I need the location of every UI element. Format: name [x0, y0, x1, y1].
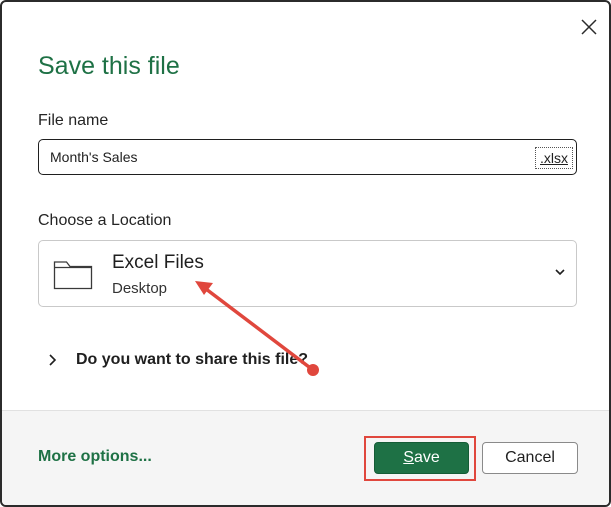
save-button[interactable]: Save: [374, 442, 469, 474]
location-path: Desktop: [112, 280, 168, 297]
chevron-right-icon: [49, 354, 57, 366]
location-label: Choose a Location: [38, 212, 172, 229]
close-button[interactable]: [576, 14, 602, 40]
close-icon: [581, 19, 597, 35]
location-name: Excel Files: [112, 252, 204, 273]
file-name-input[interactable]: [50, 140, 530, 173]
folder-icon: [53, 261, 93, 290]
file-extension-label[interactable]: .xlsx: [535, 147, 573, 169]
share-expander[interactable]: Do you want to share this file?: [48, 351, 308, 369]
dialog-title: Save this file: [38, 52, 180, 80]
location-dropdown[interactable]: Excel Files Desktop: [38, 240, 577, 307]
cancel-button[interactable]: Cancel: [482, 442, 578, 474]
more-options-link[interactable]: More options...: [38, 448, 152, 466]
file-name-field[interactable]: .xlsx: [38, 139, 577, 175]
chevron-down-icon: [555, 269, 565, 276]
dialog-footer: More options... Save Cancel: [2, 410, 609, 505]
share-label: Do you want to share this file?: [76, 351, 309, 368]
file-name-label: File name: [38, 112, 109, 129]
cancel-button-label: Cancel: [505, 449, 555, 466]
save-button-label: Save: [403, 449, 440, 466]
save-file-dialog: Save this file File name .xlsx Choose a …: [0, 0, 611, 507]
